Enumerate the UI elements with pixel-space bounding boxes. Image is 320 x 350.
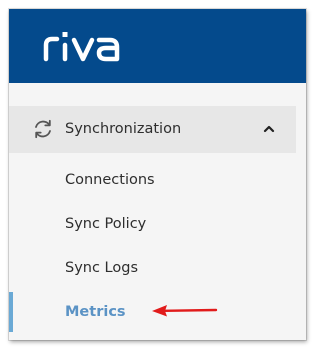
sync-icon xyxy=(35,119,51,139)
app-header: riva xyxy=(9,9,306,83)
nav-item-connections[interactable]: Connections xyxy=(9,160,296,200)
nav-item-sync-policy[interactable]: Sync Policy xyxy=(9,204,296,244)
nav-item-label: Metrics xyxy=(65,304,126,320)
nav-section-synchronization[interactable]: Synchronization xyxy=(9,106,296,153)
nav-item-label: Sync Policy xyxy=(65,216,147,232)
screenshot-frame: riva Synchronization xyxy=(0,0,318,350)
nav-item-sync-logs[interactable]: Sync Logs xyxy=(9,248,296,288)
navigation-panel: riva Synchronization xyxy=(9,9,306,340)
red-arrow-icon xyxy=(152,305,218,317)
riva-logo[interactable]: riva xyxy=(43,26,138,66)
chevron-up-icon[interactable] xyxy=(262,122,276,136)
nav-item-label: Sync Logs xyxy=(65,260,139,276)
nav-item-label: Connections xyxy=(65,172,155,188)
nav-section-label: Synchronization xyxy=(65,121,182,137)
active-indicator xyxy=(9,292,13,332)
